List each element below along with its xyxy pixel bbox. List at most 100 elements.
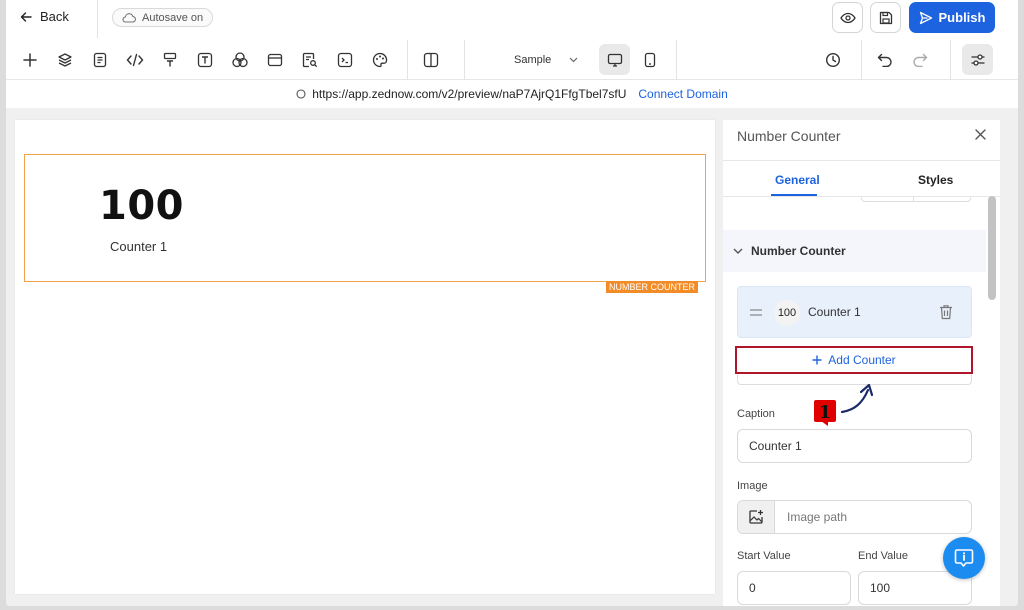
tab-general[interactable]: General [775,173,820,187]
add-image-icon [749,510,763,524]
add-element-button[interactable] [18,48,42,72]
undo-button[interactable] [873,48,897,72]
editor-stage: 100 Counter 1 NUMBER COUNTER Number Coun… [6,108,1018,606]
back-label: Back [40,9,69,24]
text-button[interactable] [193,48,217,72]
help-button[interactable] [943,537,985,579]
redo-icon [913,53,928,67]
number-counter-element[interactable]: 100 Counter 1 [24,154,706,282]
step-marker: 1 [814,383,874,426]
cloud-icon [122,12,136,23]
layers-button[interactable] [53,48,77,72]
tab-styles[interactable]: Styles [918,173,953,187]
desktop-icon [607,53,622,67]
layers-icon [58,53,72,67]
counter-number: 100 [99,183,184,229]
theme-button[interactable] [368,48,392,72]
status-dot-icon [296,89,306,99]
pages-button[interactable] [88,48,112,72]
eye-icon [839,12,856,23]
counter-list-item[interactable]: 100 Counter 1 [737,286,972,338]
back-button[interactable]: Back [20,9,69,24]
split-view-button[interactable] [419,48,443,72]
counter-caption: Counter 1 [110,239,168,254]
save-button[interactable] [870,2,901,33]
start-value: 0 [749,581,756,595]
drag-handle-icon[interactable] [750,309,762,316]
publish-button[interactable]: Publish [909,2,995,33]
section-button[interactable] [263,48,287,72]
code-icon [126,53,144,67]
style-button[interactable] [158,48,182,72]
history-button[interactable] [821,48,845,72]
desktop-view-button[interactable] [599,44,630,75]
add-counter-button[interactable]: Add Counter [735,346,973,374]
chevron-down-icon [733,248,743,254]
panel-title: Number Counter [737,128,841,144]
trash-icon[interactable] [939,304,953,320]
close-icon [974,128,986,140]
seo-button[interactable] [298,48,322,72]
selection-tag: NUMBER COUNTER [606,281,699,293]
code-button[interactable] [123,48,147,72]
panel-scrollbar[interactable] [988,196,996,300]
autosave-badge: Autosave on [112,8,214,27]
editor-window: Back Autosave on Publish Sample https://… [6,0,1018,606]
start-value-field[interactable]: 0 [737,571,851,605]
preview-button[interactable] [832,2,863,33]
step-number: 1 [819,402,832,423]
plus-icon [812,355,822,365]
arrow-left-icon [20,11,32,22]
mobile-icon [644,52,655,67]
save-icon [879,11,892,24]
page-select-value: Sample [514,54,552,66]
script-button[interactable] [333,48,357,72]
divider [97,0,98,38]
publish-label: Publish [938,10,986,25]
divider [861,40,862,80]
image-path-field[interactable]: Image path [737,500,972,534]
palette-icon [372,52,388,68]
image-picker-button[interactable] [738,501,775,533]
top-bar: Back Autosave on Publish [6,0,1018,38]
end-value: 100 [870,581,891,595]
section-number-counter[interactable]: Number Counter [723,230,986,272]
url-bar: https://app.zednow.com/v2/preview/naP7Aj… [6,81,1018,107]
shapes-icon [232,52,248,68]
page-icon [93,52,107,68]
toolbar: Sample [6,40,1018,80]
image-path-placeholder: Image path [787,510,848,524]
history-icon [825,52,841,68]
divider [950,40,951,80]
terminal-icon [337,52,353,68]
preview-url[interactable]: https://app.zednow.com/v2/preview/naP7Aj… [312,87,626,101]
page-canvas: 100 Counter 1 NUMBER COUNTER [15,120,715,594]
shapes-button[interactable] [228,48,252,72]
divider [676,40,677,80]
settings-button[interactable] [962,44,993,75]
redo-button[interactable] [908,48,932,72]
caption-field[interactable]: Counter 1 [737,429,972,463]
send-icon [919,11,932,24]
chevron-down-icon [569,57,578,63]
divider [723,160,1000,161]
caption-label: Caption [737,408,775,420]
settings-panel: Number Counter General Styles Number Cou… [723,120,1000,606]
add-counter-label: Add Counter [828,353,896,367]
autosave-label: Autosave on [142,11,204,24]
mobile-view-button[interactable] [634,44,665,75]
connect-domain-link[interactable]: Connect Domain [638,87,727,101]
partial-field [861,197,971,202]
close-panel-button[interactable] [971,125,989,143]
image-label: Image [737,480,768,492]
page-select[interactable]: Sample [506,50,586,70]
undo-icon [877,53,892,67]
start-value-label: Start Value [737,550,791,562]
columns-icon [423,52,439,68]
search-doc-icon [302,52,318,68]
step-arrow-line [840,388,870,414]
counter-item-value: 100 [774,300,800,326]
settings-icon [971,53,984,66]
divider [407,40,408,80]
add-icon [23,53,37,67]
